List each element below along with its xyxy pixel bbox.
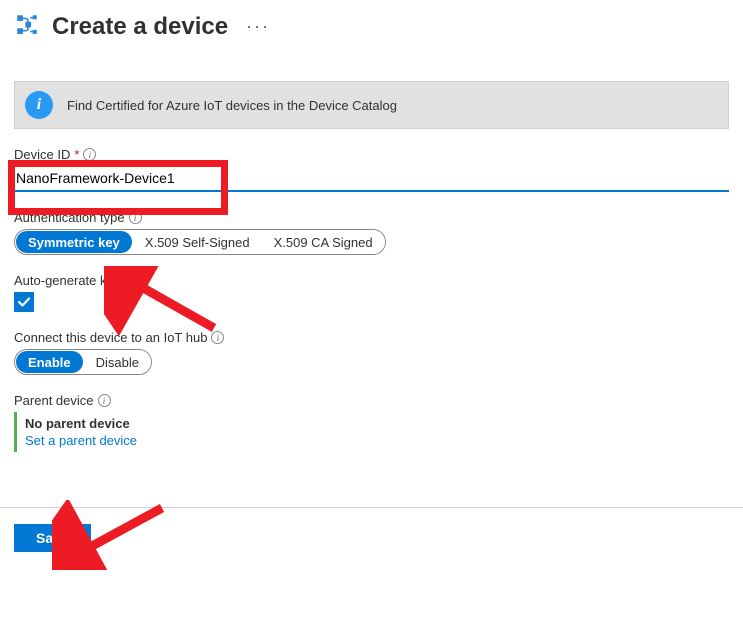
title-row: Create a device ··· [14,12,729,41]
parent-device-field: Parent device i No parent device Set a p… [14,393,729,452]
parent-box: No parent device Set a parent device [14,412,729,452]
connect-hub-label-row: Connect this device to an IoT hub i [14,330,729,345]
autogen-checkbox[interactable] [14,292,34,312]
device-id-field: Device ID * i [14,147,729,192]
auth-option-x509-ca-signed[interactable]: X.509 CA Signed [262,230,385,254]
parent-label: Parent device [14,393,94,408]
autogen-label: Auto-generate keys [14,273,127,288]
info-banner-text: Find Certified for Azure IoT devices in … [63,84,409,127]
auth-type-field: Authentication type i Symmetric key X.50… [14,210,729,255]
info-icon: i [25,91,53,119]
page-title: Create a device [52,13,228,41]
auth-type-label-row: Authentication type i [14,210,729,225]
required-mark: * [74,147,79,162]
info-hint-icon[interactable]: i [98,394,111,407]
connect-hub-label: Connect this device to an IoT hub [14,330,207,345]
iot-device-icon [14,12,40,41]
connect-option-disable[interactable]: Disable [84,350,151,374]
device-id-input[interactable] [14,166,729,192]
info-icon-wrap: i [15,82,63,128]
info-hint-icon[interactable]: i [129,211,142,224]
auth-type-label: Authentication type [14,210,125,225]
connect-option-enable[interactable]: Enable [16,351,83,373]
save-button[interactable]: Save [14,524,91,552]
more-actions-button[interactable]: ··· [240,16,276,37]
set-parent-device-link[interactable]: Set a parent device [25,433,729,448]
auth-option-x509-self-signed[interactable]: X.509 Self-Signed [133,230,262,254]
parent-none-text: No parent device [25,416,729,431]
autogen-label-row: Auto-generate keys i [14,273,729,288]
info-hint-icon[interactable]: i [211,331,224,344]
parent-label-row: Parent device i [14,393,729,408]
create-device-form: Create a device ··· i Find Certified for… [0,0,743,572]
autogen-field: Auto-generate keys i [14,273,729,312]
info-banner: i Find Certified for Azure IoT devices i… [14,81,729,129]
info-hint-icon[interactable]: i [131,274,144,287]
footer-separator [0,507,743,508]
auth-type-segmented: Symmetric key X.509 Self-Signed X.509 CA… [14,229,386,255]
device-id-label: Device ID [14,147,70,162]
info-hint-icon[interactable]: i [83,148,96,161]
auth-option-symmetric-key[interactable]: Symmetric key [16,231,132,253]
connect-hub-field: Connect this device to an IoT hub i Enab… [14,330,729,375]
connect-hub-segmented: Enable Disable [14,349,152,375]
device-id-label-row: Device ID * i [14,147,729,162]
